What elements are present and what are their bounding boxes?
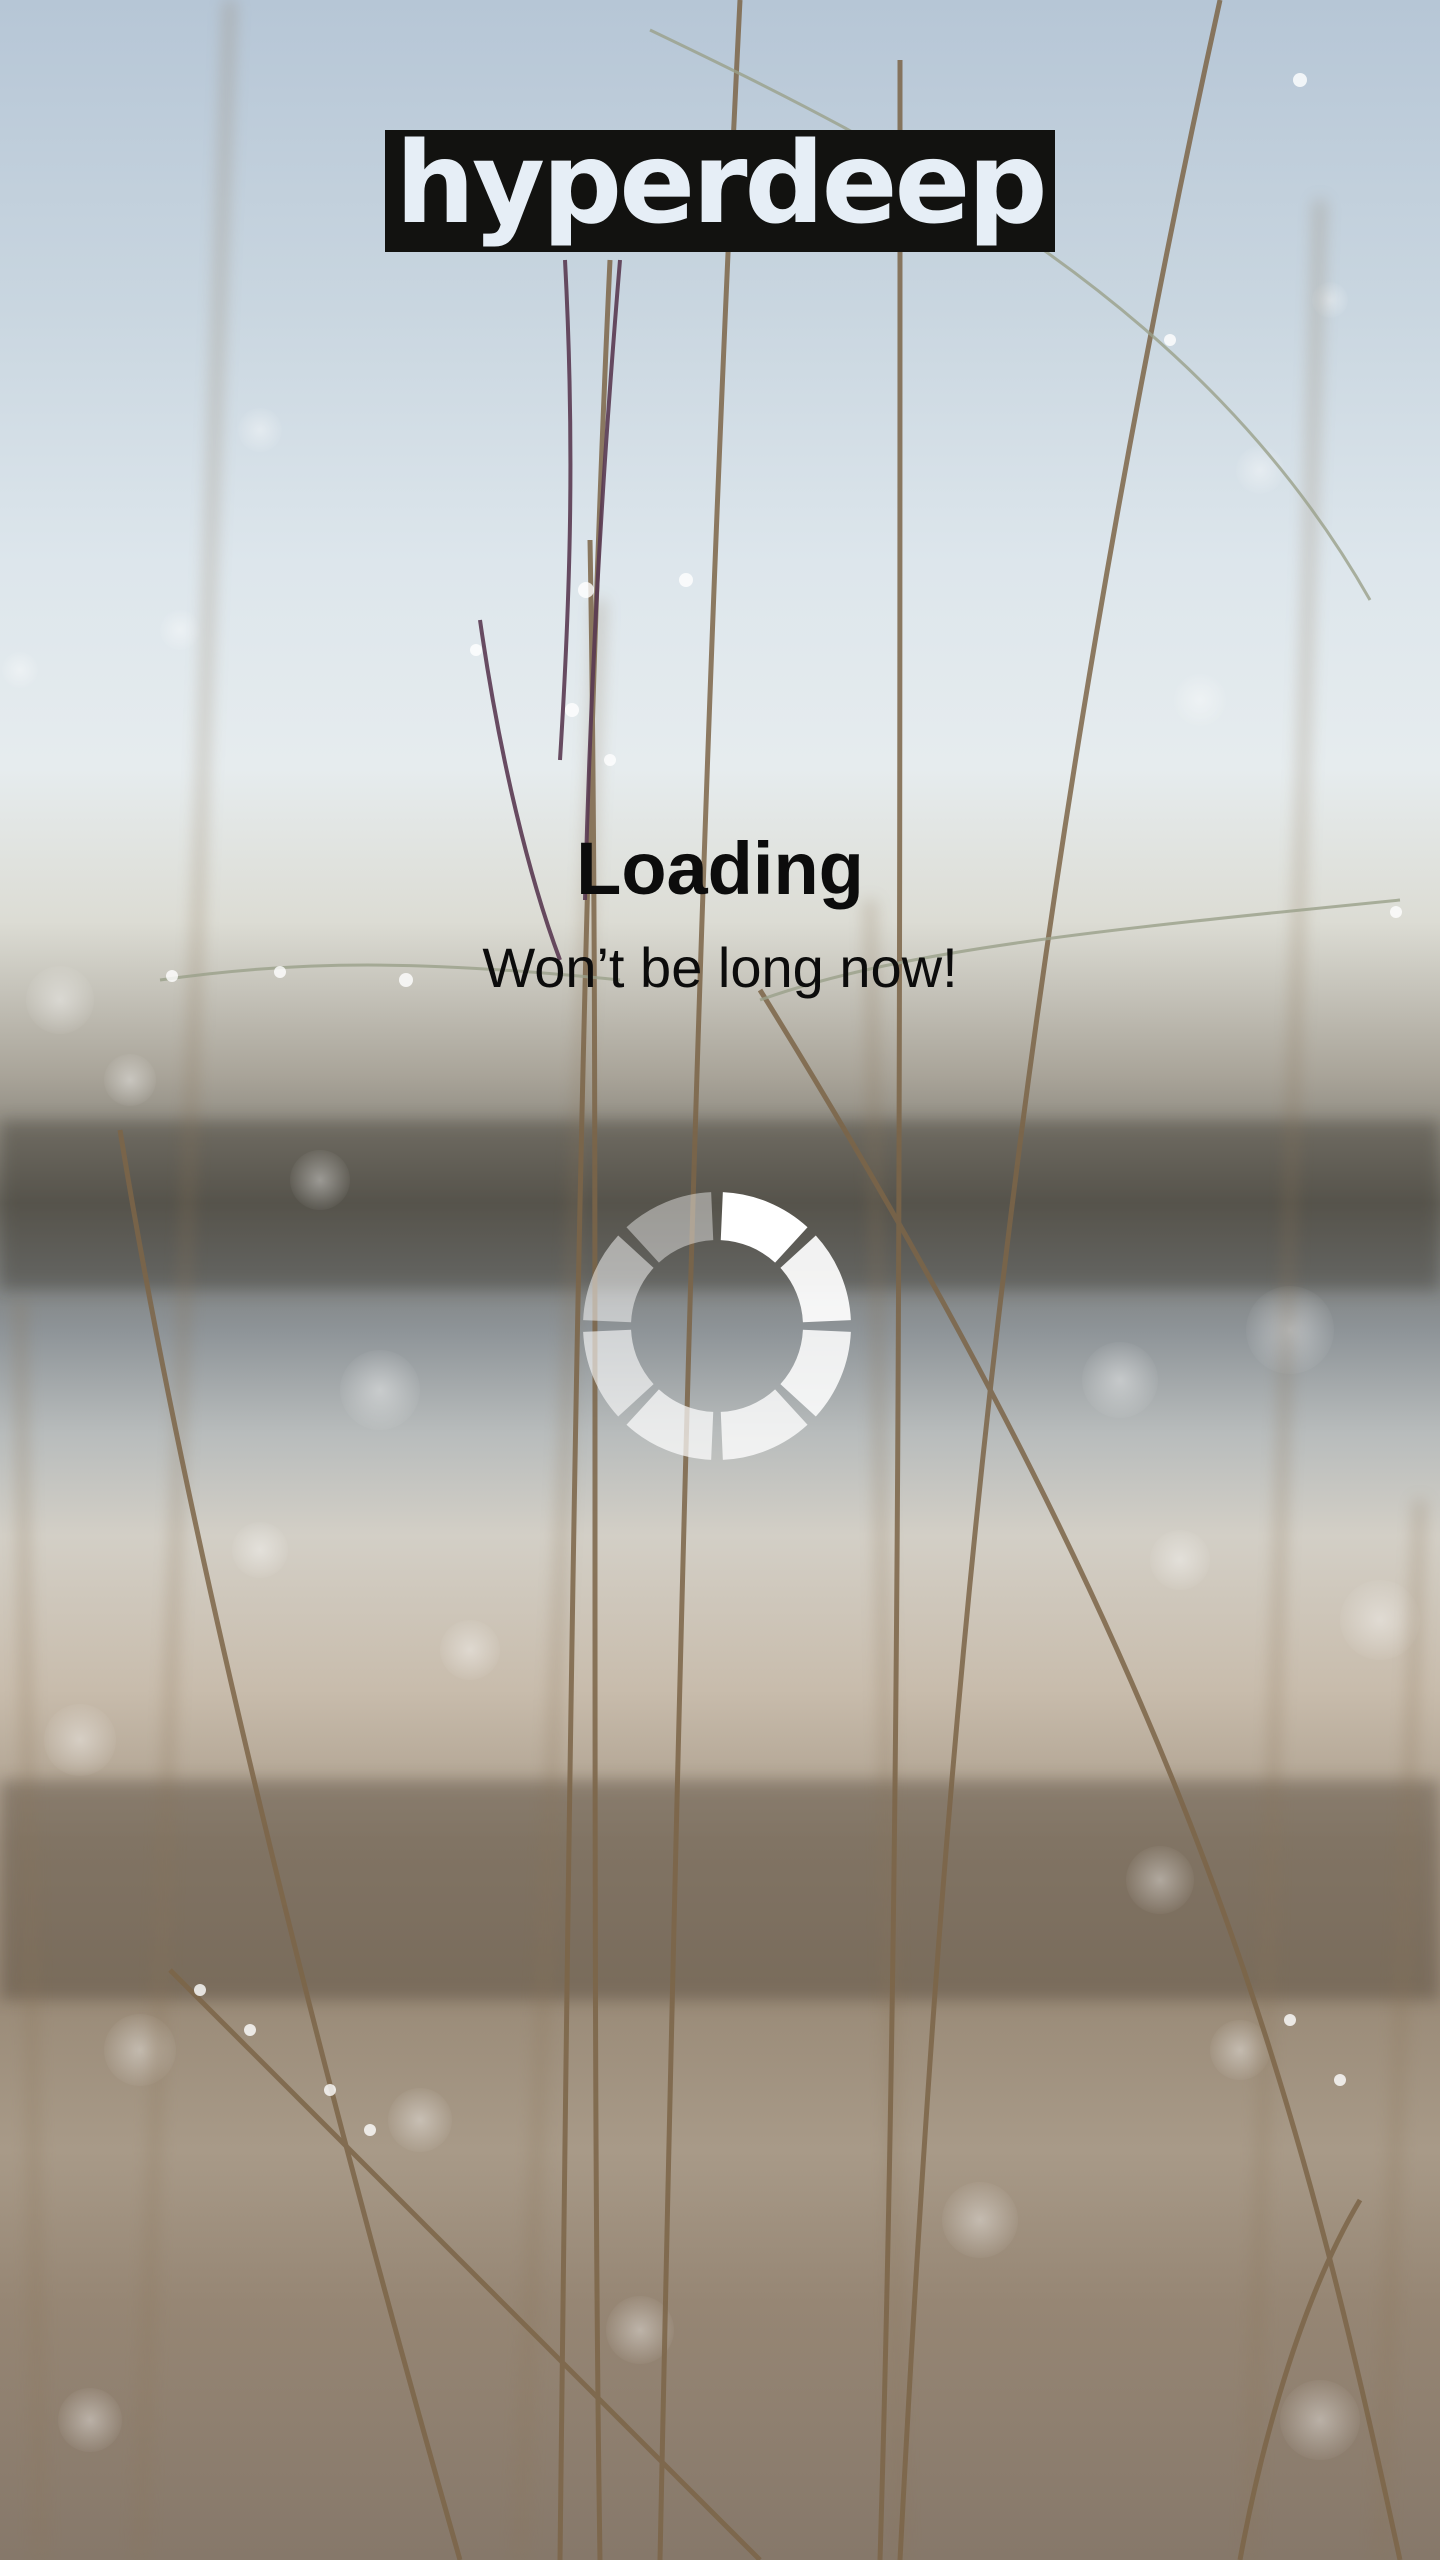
spinner-segment [626, 1192, 714, 1263]
spinner-segment [780, 1235, 851, 1323]
spinner-segment [583, 1329, 654, 1417]
loading-subtitle: Won’t be long now! [482, 936, 958, 999]
brand-logo: hyperdeep [385, 119, 1055, 252]
spinner-segment [780, 1329, 851, 1417]
spinner-segment [626, 1389, 714, 1460]
spinner-segment [720, 1192, 808, 1263]
brand-logo-text: hyperdeep [395, 119, 1047, 249]
spinner-icon [583, 1192, 851, 1460]
loading-title: Loading [576, 827, 864, 910]
spinner-segment [720, 1389, 808, 1460]
spinner-segment [583, 1235, 654, 1323]
